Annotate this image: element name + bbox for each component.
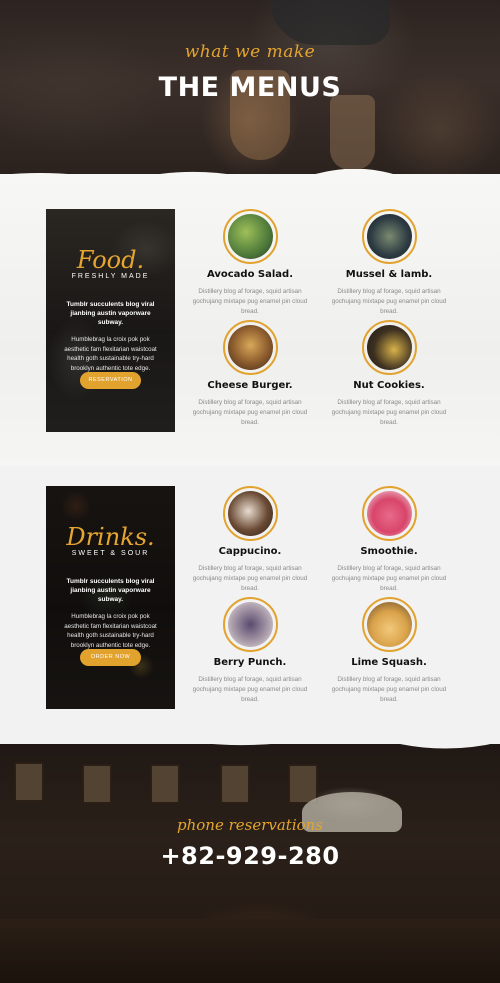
kettle-shape — [270, 0, 390, 45]
item-description: Distillery blog af forage, squid artisan… — [192, 288, 308, 315]
burger-photo-icon — [222, 320, 278, 375]
phone-reservation-banner: phone reservations +82-929-280 — [0, 744, 500, 983]
drinks-promo-subtitle: SWEET & SOUR — [71, 550, 150, 557]
food-promo-text: Humblebrag la croix pok pok aesthetic fa… — [64, 336, 157, 372]
menu-item-lime-squash[interactable]: Lime Squash. Distillery blog af forage, … — [319, 597, 459, 705]
mussel-photo-icon — [361, 209, 417, 264]
menu-item-nut-cookies[interactable]: Nut Cookies. Distillery blog af forage, … — [319, 320, 459, 428]
hero-title: THE MENUS — [158, 72, 342, 103]
cappucino-photo-icon — [222, 486, 278, 541]
drinks-promo-text: Humblebrag la croix pok pok aesthetic fa… — [64, 613, 157, 649]
item-name: Smoothie. — [360, 546, 418, 557]
footer-subtitle: phone reservations — [176, 816, 324, 834]
item-name: Cheese Burger. — [207, 380, 293, 391]
food-promo-title: Food. — [76, 246, 145, 274]
item-name: Cappucino. — [218, 546, 282, 557]
hero-banner: what we make THE MENUS — [0, 0, 500, 180]
drinks-promo-lead: Tumblr succulents blog viral jianbing au… — [66, 578, 155, 603]
menu-item-cappucino[interactable]: Cappucino. Distillery blog af forage, sq… — [180, 486, 320, 594]
reservation-button[interactable]: RESERVATION — [80, 372, 141, 389]
phone-number[interactable]: +82-929-280 — [0, 842, 500, 870]
drinks-promo-title: Drinks. — [66, 523, 155, 551]
item-name: Lime Squash. — [351, 657, 427, 668]
item-description: Distillery blog af forage, squid artisan… — [331, 565, 447, 592]
item-description: Distillery blog af forage, squid artisan… — [192, 399, 308, 426]
menu-item-cheese-burger[interactable]: Cheese Burger. Distillery blog af forage… — [180, 320, 320, 428]
food-promo-card: Food. FRESHLY MADE Tumblr succulents blo… — [46, 209, 175, 432]
item-name: Mussel & lamb. — [345, 269, 433, 280]
smoothie-photo-icon — [361, 486, 417, 541]
item-description: Distillery blog af forage, squid artisan… — [192, 676, 308, 703]
food-promo-lead: Tumblr succulents blog viral jianbing au… — [66, 301, 155, 326]
menu-item-berry-punch[interactable]: Berry Punch. Distillery blog af forage, … — [180, 597, 320, 705]
footer-wave-divider — [0, 737, 500, 749]
cookies-photo-icon — [361, 320, 417, 375]
item-description: Distillery blog af forage, squid artisan… — [331, 676, 447, 703]
order-now-button[interactable]: ORDER NOW — [80, 649, 141, 666]
item-description: Distillery blog af forage, squid artisan… — [331, 288, 447, 315]
drinks-menu-section: Drinks. SWEET & SOUR Tumblr succulents b… — [0, 466, 500, 744]
item-name: Berry Punch. — [213, 657, 287, 668]
food-promo-subtitle: FRESHLY MADE — [71, 273, 150, 280]
menu-item-avocado-salad[interactable]: Avocado Salad. Distillery blog af forage… — [180, 209, 320, 317]
item-name: Nut Cookies. — [353, 380, 425, 391]
item-description: Distillery blog af forage, squid artisan… — [331, 399, 447, 426]
berry-punch-photo-icon — [222, 597, 278, 652]
coffee-jar-shape — [330, 95, 375, 170]
item-description: Distillery blog af forage, squid artisan… — [192, 565, 308, 592]
hero-subtitle: what we make — [184, 42, 316, 62]
food-menu-section: Food. FRESHLY MADE Tumblr succulents blo… — [0, 174, 500, 466]
drinks-promo-card: Drinks. SWEET & SOUR Tumblr succulents b… — [46, 486, 175, 709]
lime-squash-photo-icon — [361, 597, 417, 652]
salad-photo-icon — [222, 209, 278, 264]
menu-item-smoothie[interactable]: Smoothie. Distillery blog af forage, squ… — [319, 486, 459, 594]
menu-item-mussel-lamb[interactable]: Mussel & lamb. Distillery blog af forage… — [319, 209, 459, 317]
item-name: Avocado Salad. — [206, 269, 294, 280]
